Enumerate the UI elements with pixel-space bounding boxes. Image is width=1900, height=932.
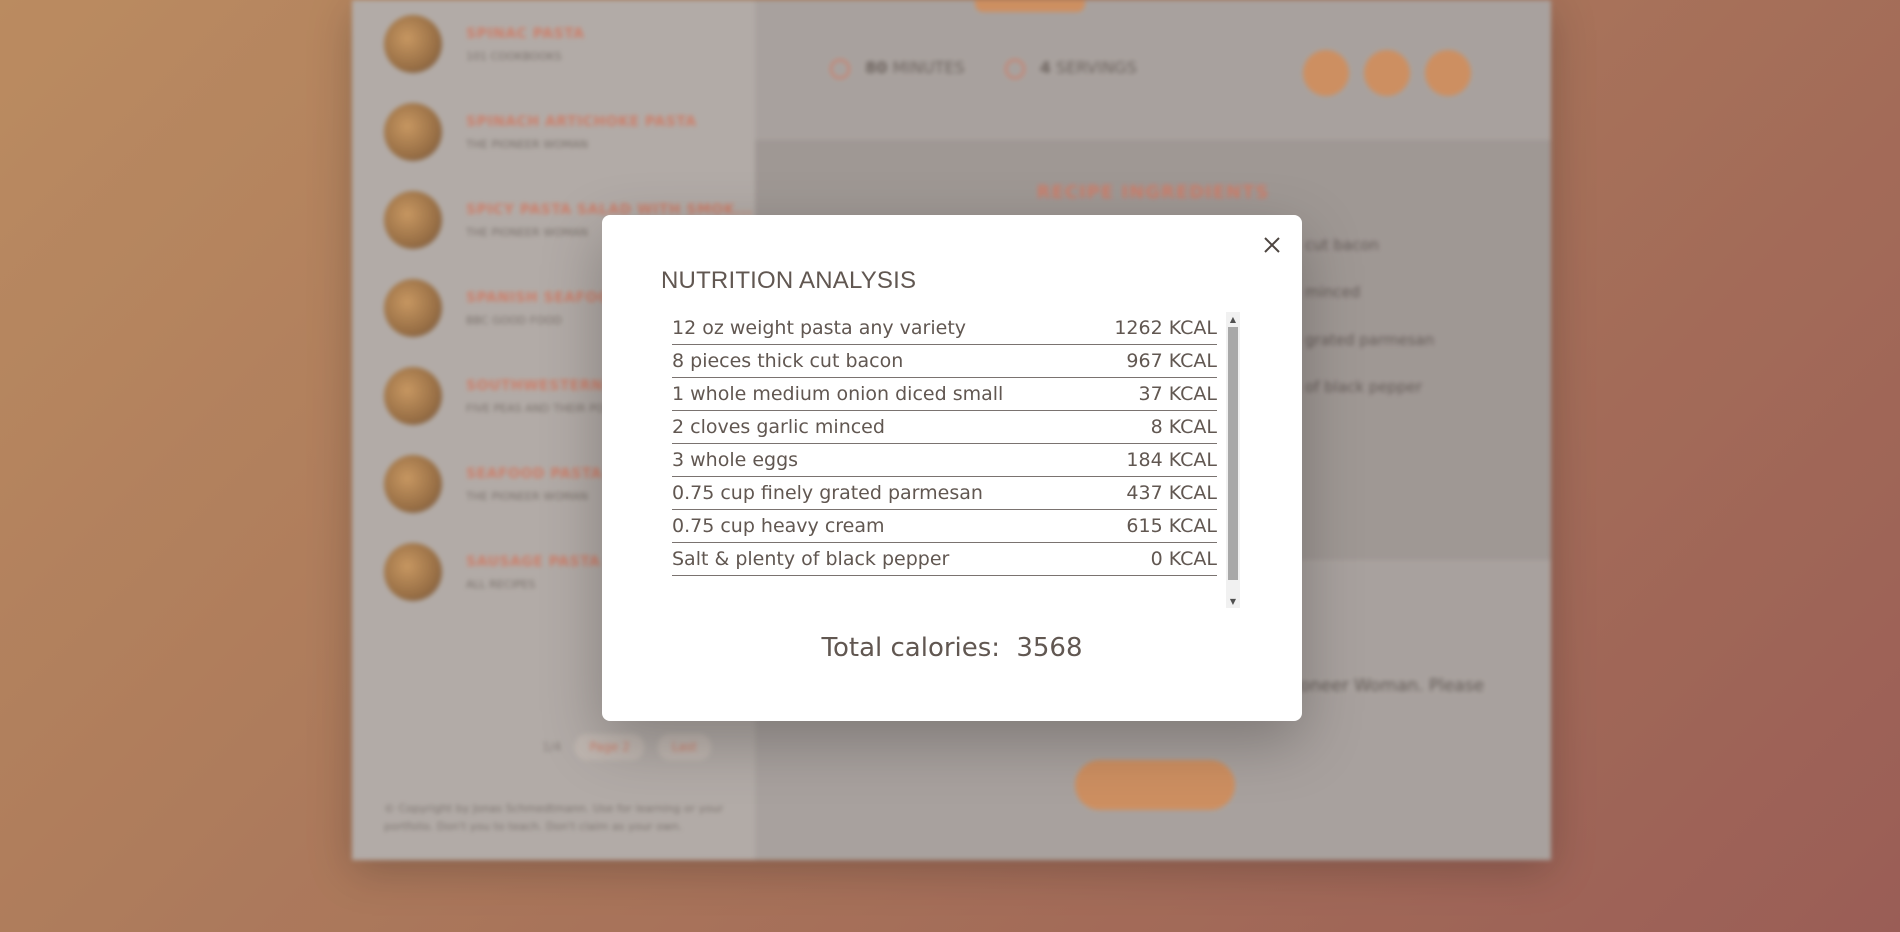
- nutrition-kcal: 967 KCAL: [1126, 350, 1217, 372]
- nutrition-row: 0.5 cup peas58 KCAL: [672, 576, 1217, 577]
- nutrition-ingredient: 8 pieces thick cut bacon: [672, 350, 904, 372]
- nutrition-ingredient: 0.75 cup finely grated parmesan: [672, 482, 983, 504]
- nutrition-row: 1 whole medium onion diced small 37 KCAL: [672, 378, 1217, 411]
- nutrition-row: 0.75 cup heavy cream 615 KCAL: [672, 510, 1217, 543]
- close-icon: [1264, 237, 1280, 253]
- nutrition-ingredient: Salt & plenty of black pepper: [672, 548, 950, 570]
- total-calories-value: 3568: [1016, 633, 1083, 663]
- nutrition-kcal: 184 KCAL: [1126, 449, 1217, 471]
- nutrition-kcal: 1262 KCAL: [1114, 317, 1217, 339]
- nutrition-row: Salt & plenty of black pepper 0 KCAL: [672, 543, 1217, 576]
- nutrition-ingredient: 3 whole eggs: [672, 449, 799, 471]
- nutrition-list: 12 oz weight pasta any variety 1262 KCAL 8…: [672, 312, 1217, 577]
- nutrition-row: 0.75 cup finely grated parmesan 437 KCAL: [672, 477, 1217, 510]
- nutrition-ingredient: 12 oz weight pasta any variety: [672, 317, 967, 339]
- total-calories-label: Total calories:: [821, 633, 1001, 663]
- nutrition-ingredient: 2 cloves garlic minced: [672, 416, 885, 438]
- nutrition-scrollbar[interactable]: ▲ ▼: [1226, 312, 1240, 608]
- nutrition-row: 2 cloves garlic minced 8 KCAL: [672, 411, 1217, 444]
- scroll-thumb[interactable]: [1228, 327, 1238, 580]
- nutrition-kcal: 0 KCAL: [1150, 548, 1217, 570]
- nutrition-ingredient: 1 whole medium onion diced small: [672, 383, 1004, 405]
- nutrition-modal: NUTRITION ANALYSIS 12 oz weight pasta an…: [602, 215, 1302, 721]
- modal-title: NUTRITION ANALYSIS: [661, 267, 917, 294]
- nutrition-kcal: 615 KCAL: [1126, 515, 1217, 537]
- close-button[interactable]: [1258, 231, 1286, 259]
- total-calories: Total calories: 3568: [602, 633, 1302, 663]
- scroll-down-icon[interactable]: ▼: [1226, 594, 1240, 608]
- scroll-up-icon[interactable]: ▲: [1226, 312, 1240, 326]
- nutrition-kcal: 37 KCAL: [1138, 383, 1218, 405]
- nutrition-kcal: 8 KCAL: [1150, 416, 1217, 438]
- nutrition-row: 8 pieces thick cut bacon 967 KCAL: [672, 345, 1217, 378]
- nutrition-ingredient: 0.75 cup heavy cream: [672, 515, 885, 537]
- nutrition-row: 3 whole eggs 184 KCAL: [672, 444, 1217, 477]
- nutrition-row: 12 oz weight pasta any variety 1262 KCAL: [672, 312, 1217, 345]
- nutrition-kcal: 437 KCAL: [1126, 482, 1217, 504]
